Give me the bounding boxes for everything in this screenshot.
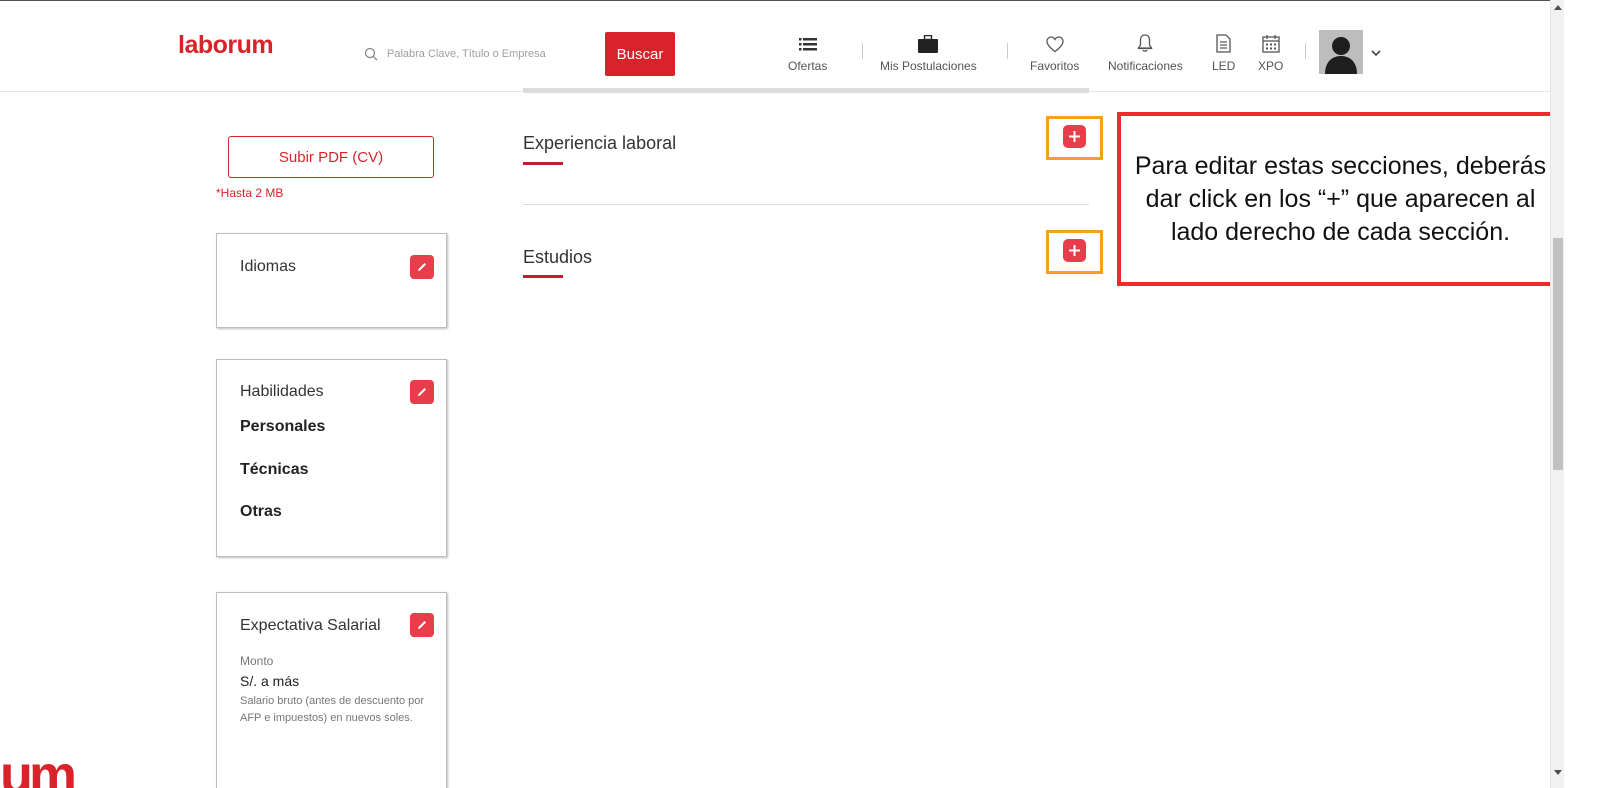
section-top-divider [523,88,1089,93]
instruction-callout: Para editar estas secciones, deberás dar… [1117,112,1564,286]
list-icon [798,27,817,53]
habilidades-tecnicas: Técnicas [240,461,309,478]
nav-ofertas-label: Ofertas [788,59,828,73]
nav-led-label: LED [1212,59,1236,73]
habilidades-personales: Personales [240,418,326,435]
calendar-icon [1262,27,1280,53]
monto-value: S/. a más [240,673,300,689]
nav-ofertas[interactable]: Ofertas [788,27,827,77]
nav-divider [862,43,863,59]
plus-icon [1069,131,1080,142]
idiomas-title: Idiomas [240,258,297,275]
experiencia-laboral-title: Experiencia laboral [523,133,677,153]
expectativa-salarial-card: Expectativa Salarial Monto S/. a más Sal… [216,592,447,788]
right-margin [1564,0,1614,788]
nav-favoritos-label: Favoritos [1030,59,1080,73]
chevron-down-icon[interactable] [1371,44,1381,62]
idiomas-card: Idiomas [216,233,447,328]
nav-mis-postulaciones[interactable]: Mis Postulaciones [880,27,977,77]
edit-expectativa-button[interactable] [410,613,434,637]
user-silhouette-icon [1325,37,1357,74]
nav-notificaciones[interactable]: Notificaciones [1108,27,1183,77]
plus-icon [1069,245,1080,256]
nav-divider [1305,43,1306,59]
nav-xpo-label: XPO [1258,59,1284,73]
section-underline [523,162,563,165]
search-icon [355,32,387,76]
section-underline [523,275,563,278]
habilidades-card: Habilidades Personales Técnicas Otras [216,359,447,557]
search-button[interactable]: Buscar [605,32,675,76]
scrollbar-thumb[interactable] [1553,238,1563,470]
pencil-icon [418,621,426,629]
estudios-add-highlight [1046,230,1103,274]
scroll-up-arrow-icon[interactable] [1551,4,1565,16]
expectativa-title: Expectativa Salarial [240,617,381,634]
upload-cv-button[interactable]: Subir PDF (CV) [228,136,434,178]
pencil-icon [418,263,426,271]
nav-led[interactable]: LED [1212,27,1235,77]
nav-favoritos[interactable]: Favoritos [1030,27,1079,77]
document-icon [1216,27,1231,53]
add-estudios-button[interactable] [1063,239,1086,262]
callout-text: Para editar estas secciones, deberás dar… [1134,151,1547,246]
search-input[interactable] [387,48,597,60]
experiencia-add-highlight [1046,116,1103,160]
habilidades-title: Habilidades [240,383,324,400]
laborum-logo[interactable]: laborum [178,31,274,60]
monto-label: Monto [240,654,274,668]
scroll-down-arrow-icon[interactable] [1551,770,1565,782]
pencil-icon [418,388,426,396]
estudios-title: Estudios [523,247,593,267]
habilidades-otras: Otras [240,503,282,520]
briefcase-icon [918,27,939,53]
corner-brand-logo: um [0,745,77,788]
edit-habilidades-button[interactable] [410,380,434,404]
avatar[interactable] [1319,30,1363,74]
bell-icon [1137,27,1154,53]
nav-notificaciones-label: Notificaciones [1108,59,1183,73]
header: laborum Buscar Ofertas Mis Postulaciones… [0,1,1550,92]
section-divider [523,204,1089,205]
heart-icon [1046,27,1064,53]
nav-xpo[interactable]: XPO [1258,27,1283,77]
search-box [355,32,605,76]
vertical-scrollbar[interactable] [1550,0,1564,788]
nav-divider [1007,43,1008,59]
upload-size-note: *Hasta 2 MB [216,186,284,200]
add-experiencia-button[interactable] [1063,125,1086,148]
salary-description: Salario bruto (antes de descuento por AF… [240,695,425,724]
nav-postulaciones-label: Mis Postulaciones [880,59,977,73]
edit-idiomas-button[interactable] [410,255,434,279]
